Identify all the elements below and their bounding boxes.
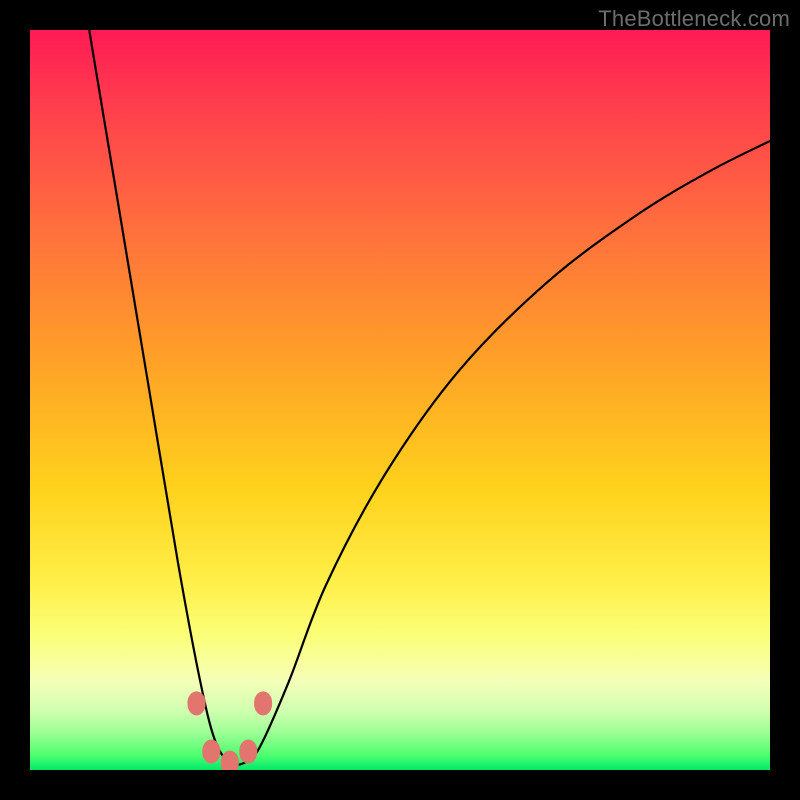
bottleneck-curve-line [89, 30, 770, 765]
chart-plot-area [30, 30, 770, 770]
watermark-text: TheBottleneck.com [598, 6, 790, 32]
chart-svg [30, 30, 770, 770]
curve-markers-group [188, 691, 273, 770]
curve-marker [188, 691, 206, 715]
curve-marker [221, 751, 239, 770]
curve-marker [254, 691, 272, 715]
curve-marker [202, 740, 220, 764]
curve-marker [239, 740, 257, 764]
